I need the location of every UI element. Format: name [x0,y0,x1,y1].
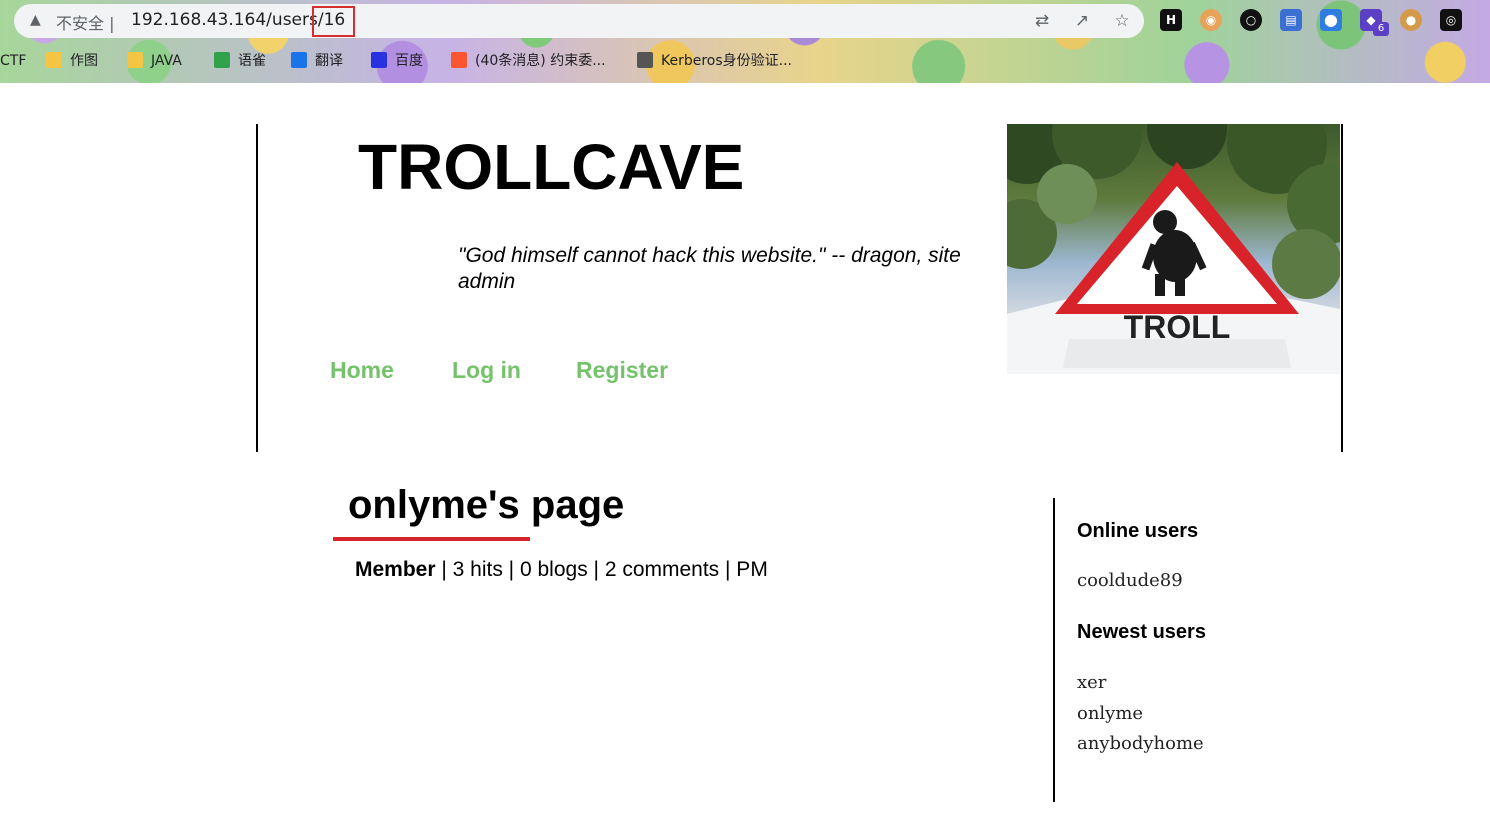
sidebar: Online users cooldude89 Newest users xer… [1053,498,1353,802]
nav-home-link[interactable]: Home [330,357,394,384]
newest-user-item[interactable]: xer [1077,672,1106,693]
warning-icon[interactable]: ▲ [30,12,48,30]
extension-h-icon[interactable]: H [1160,9,1182,31]
newest-users-heading: Newest users [1077,621,1206,643]
title-underline [333,537,530,541]
bookmark-yuque[interactable]: 语雀 [214,48,266,74]
nav-register-link[interactable]: Register [576,357,668,384]
translate-icon[interactable]: ⇄ [1031,10,1053,32]
extension-lens-icon[interactable]: ⬤ [1320,9,1342,31]
newest-user-item[interactable]: anybodyhome [1077,733,1204,754]
bookmark-csdn[interactable]: (40条消息) 约束委... [451,48,606,74]
address-bar[interactable]: ▲ 不安全 | 192.168.43.164/users/16 ⇄ ↗ ☆ [14,4,1144,38]
url-highlight-box [312,6,355,37]
site-title: TROLLCAVE [358,131,745,203]
extension-eyes-icon[interactable]: ◎ [1440,9,1462,31]
bookmark-baidu[interactable]: 百度 [371,48,423,74]
bookmark-zuotu[interactable]: 作图 [46,48,98,74]
troll-sign-image: TROLL [1007,124,1340,374]
profile-stats: Member | 3 hits | 0 blogs | 2 comments |… [355,558,768,582]
nav-login-link[interactable]: Log in [452,357,521,384]
browser-chrome: ▲ 不安全 | 192.168.43.164/users/16 ⇄ ↗ ☆ H … [0,0,1490,83]
bookmark-java[interactable]: JAVA [127,48,182,74]
site-tagline: "God himself cannot hack this website." … [458,244,961,293]
newest-user-item[interactable]: onlyme [1077,703,1143,724]
share-icon[interactable]: ↗ [1071,10,1093,32]
online-users-heading: Online users [1077,520,1199,542]
folder-icon [46,52,62,68]
bookmark-fanyi[interactable]: 翻译 [291,48,343,74]
baidu-icon [371,52,387,68]
kerberos-icon [637,52,653,68]
stats-text: | 3 hits | 0 blogs | 2 comments | PM [435,558,768,581]
extension-save-icon[interactable]: ▤ [1280,9,1302,31]
bookmark-ctf[interactable]: CTF [0,48,26,74]
star-icon[interactable]: ☆ [1111,10,1133,32]
extension-badge: 6 [1373,22,1389,36]
extension-face-icon[interactable]: ◉ [1200,9,1222,31]
cookie-icon[interactable]: ● [1400,9,1422,31]
extension-ring-icon[interactable]: ○ [1240,9,1262,31]
yuque-icon [214,52,230,68]
sign-text: TROLL [1124,309,1231,345]
folder-icon [127,52,143,68]
online-user-item[interactable]: cooldude89 [1077,570,1183,591]
csdn-icon [451,52,467,68]
member-role: Member [355,558,436,581]
bookmark-kerberos[interactable]: Kerberos身份验证... [637,48,792,74]
page-title: onlyme's page [348,483,625,527]
translate-icon [291,52,307,68]
insecure-label[interactable]: 不安全 | [56,10,115,34]
